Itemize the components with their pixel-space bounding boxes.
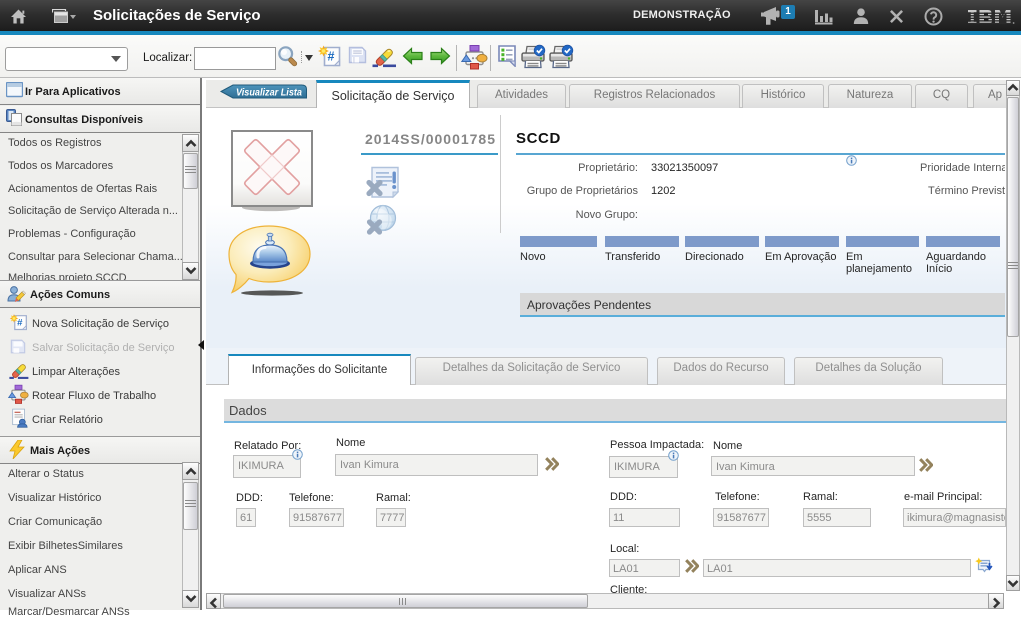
svg-text:#: # bbox=[17, 318, 23, 329]
svg-text:#: # bbox=[328, 50, 335, 64]
svg-text:Visualizar Lista: Visualizar Lista bbox=[236, 88, 302, 99]
